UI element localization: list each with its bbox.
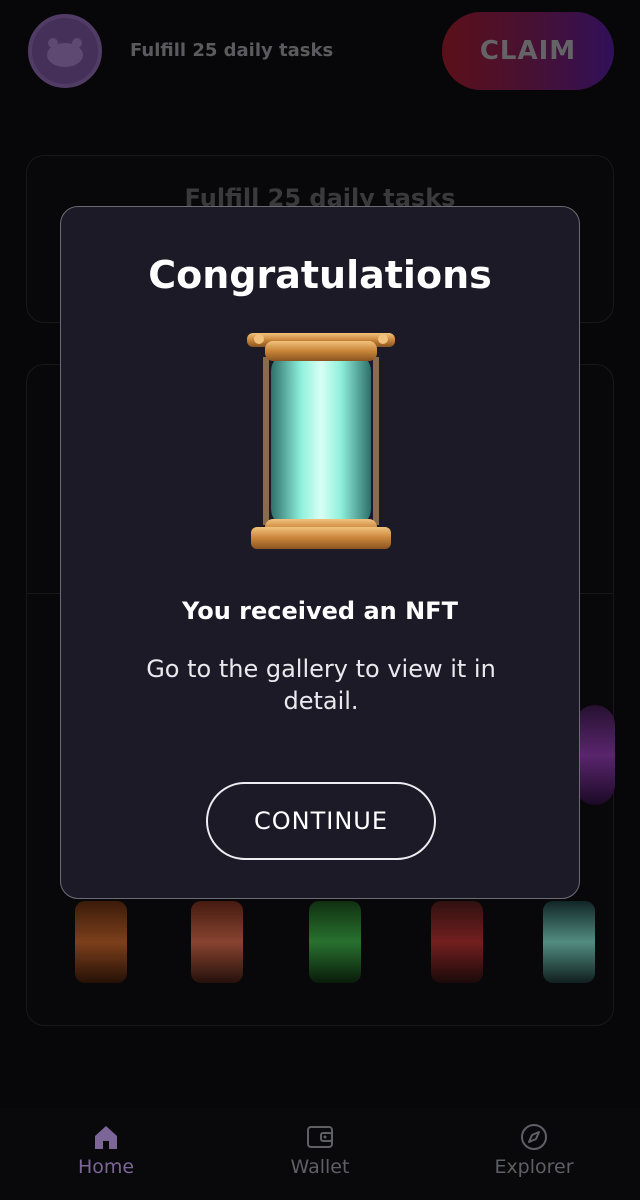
wallet-icon: [307, 1126, 333, 1148]
compass-icon: [521, 1124, 547, 1150]
congratulations-modal: Congratulations You received an NFT Go t…: [60, 206, 580, 899]
nav-home-label: Home: [77, 1156, 135, 1178]
nav-wallet[interactable]: Wallet: [250, 1122, 390, 1178]
nav-explorer-label: Explorer: [494, 1156, 574, 1178]
nav-home[interactable]: Home: [36, 1122, 176, 1178]
continue-button[interactable]: CONTINUE: [206, 782, 436, 860]
modal-title: Congratulations: [148, 253, 492, 297]
modal-description: Go to the gallery to view it in detail.: [146, 655, 496, 715]
nav-explorer[interactable]: Explorer: [464, 1122, 604, 1178]
nav-wallet-label: Wallet: [290, 1156, 350, 1178]
app-screen: Fulfill 25 daily tasks CLAIM Fulfill 25 …: [0, 0, 640, 1200]
home-icon: [95, 1126, 117, 1149]
nft-capsule-icon: [247, 333, 395, 549]
bottom-nav: Home Wallet Explorer: [0, 1108, 640, 1200]
modal-subtitle: You received an NFT: [182, 597, 458, 625]
